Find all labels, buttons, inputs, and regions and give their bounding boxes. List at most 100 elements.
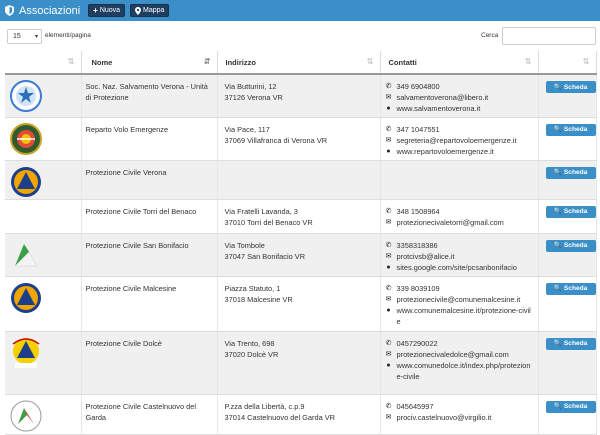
actions-cell: 🔍 Scheda — [538, 394, 597, 435]
col-actions-header[interactable]: ⇅ — [538, 51, 597, 75]
address-line2: 37126 Verona VR — [224, 93, 283, 102]
col-indirizzo-header[interactable]: Indirizzo ⇅ — [217, 51, 381, 75]
page-length-label: elementi/pagina — [45, 32, 91, 39]
contact-phone: ✆ 3358318386 — [385, 240, 534, 251]
logo-cell — [5, 160, 82, 200]
contacts-cell: ✆ 347 1047551 ✉ segreteria@repartovoloemerg… — [380, 117, 539, 161]
email-text: salvamentoverona@libero.it — [396, 93, 489, 102]
address-line1: Via Fratelli Lavanda, 3 — [224, 206, 298, 216]
actions-cell: 🔍 Scheda — [538, 117, 597, 161]
address-cell: Via Trento, 698 37020 Dolcè VR — [217, 331, 381, 395]
email-text: protcivsb@alice.it — [396, 251, 455, 261]
contact-email: ✉ salvamentoverona@libero.it — [385, 92, 534, 103]
envelope-icon: ✉ — [385, 252, 392, 260]
contact-email: ✉ protezionecivaledolce@gmail.com — [385, 349, 534, 360]
envelope-icon: ✉ — [385, 413, 392, 421]
logo-pc-verona — [11, 166, 41, 197]
globe-icon: ● — [386, 361, 391, 369]
scheda-button[interactable]: 🔍 Scheda — [545, 282, 596, 295]
address-cell: Via Fratelli Lavanda, 3 37010 Torri del B… — [217, 199, 381, 234]
new-button-label: Nuova — [99, 7, 121, 14]
actions-cell: 🔍 Scheda — [538, 276, 597, 332]
scheda-label: Scheda — [563, 340, 588, 347]
col-contatti-header[interactable]: Contatti ⇅ — [380, 51, 539, 75]
sort-asc-icon: ⇵ — [203, 57, 211, 66]
web-text: www.comunedolce.it/index.php/protezione-… — [396, 360, 531, 381]
search-icon: 🔍 — [553, 169, 562, 176]
contact-phone: ✆ 347 1047551 — [385, 124, 534, 135]
contact-phone: ✆ 349 6904800 — [385, 81, 534, 92]
contact-phone: ✆ 339 8039109 — [385, 283, 534, 294]
actions-cell: 🔍 Scheda — [538, 233, 597, 277]
address-line1: Via Butturini, 12 — [224, 82, 277, 91]
sort-icon: ⇅ — [524, 57, 532, 66]
sort-icon: ⇅ — [582, 57, 590, 66]
envelope-icon: ✉ — [385, 218, 392, 226]
scheda-button[interactable]: 🔍 Scheda — [545, 337, 596, 350]
actions-cell: 🔍 Scheda — [538, 74, 597, 118]
phone-icon: ✆ — [385, 402, 392, 410]
search-label: Cerca — [481, 32, 499, 39]
scheda-label: Scheda — [563, 285, 588, 292]
search-input[interactable] — [502, 27, 596, 45]
logo-pc-malcesine — [11, 282, 41, 313]
web-text: sites.google.com/site/pcsanbonifacio — [396, 262, 517, 272]
contacts-cell: ✆ 348 1508964 ✉ protezionecivaletorri@gmail… — [380, 199, 539, 234]
contact-web: ● www.repartovoloemergenze.it — [385, 146, 534, 157]
address-cell: Via Tombole 37047 San Bonifacio VR — [217, 233, 381, 277]
contacts-cell — [380, 160, 539, 200]
table-row: Protezione Civile Verona 🔍 Scheda — [5, 160, 597, 200]
scheda-label: Scheda — [563, 242, 588, 249]
logo-cell — [5, 117, 82, 161]
page-length-value: 15 — [13, 33, 21, 40]
contact-phone: ✆ 0457290022 — [385, 338, 534, 349]
scheda-button[interactable]: 🔍 Scheda — [545, 81, 596, 93]
scheda-button[interactable]: 🔍 Scheda — [545, 400, 596, 413]
scheda-button[interactable]: 🔍 Scheda — [545, 239, 596, 252]
contact-phone: ✆ 348 1508964 — [385, 206, 534, 217]
search-icon: 🔍 — [553, 208, 562, 215]
actions-cell: 🔍 Scheda — [538, 199, 597, 234]
address-line1: P.zza della Libertà, c.p.9 — [224, 401, 305, 411]
col-nome-header[interactable]: Nome ⇵ — [81, 51, 218, 75]
email-text: prociv.castelnuovo@virgilio.it — [396, 412, 492, 422]
envelope-icon: ✉ — [385, 350, 392, 358]
address-line1: Via Trento, 698 — [224, 338, 275, 348]
scheda-button[interactable]: 🔍 Scheda — [545, 123, 596, 136]
table-row: Reparto Volo Emergenze Via Pace, 117 37069… — [5, 117, 597, 161]
scheda-label: Scheda — [563, 169, 588, 176]
shield-icon — [5, 5, 14, 16]
address-line2: 37014 Castelnuovo del Garda VR — [224, 412, 336, 422]
top-bar: Associazioni + Nuova Mappa — [0, 0, 600, 21]
name-cell: Protezione Civile Castelnuovo del Garda — [81, 394, 218, 435]
search-icon: 🔍 — [553, 340, 562, 347]
contact-phone: ✆ 045645997 — [385, 401, 534, 412]
map-button[interactable]: Mappa — [130, 4, 170, 17]
scheda-button[interactable]: 🔍 Scheda — [545, 205, 596, 218]
web-text: www.comunemalcesine.it/protezione-civile — [396, 305, 531, 326]
name-cell: Protezione Civile San Bonifacio — [81, 233, 218, 277]
logo-cell — [5, 394, 82, 435]
page-length-select[interactable]: 15 ▾ — [7, 29, 42, 44]
scheda-label: Scheda — [563, 403, 588, 410]
email-text: protezionecivaledolce@gmail.com — [396, 349, 509, 359]
address-cell: Via Pace, 117 37069 Villafranca di Verona… — [217, 117, 381, 161]
logo-pc-dolce — [12, 337, 40, 368]
address-cell — [217, 160, 381, 200]
col-nome-label: Nome — [91, 57, 113, 67]
scheda-button[interactable]: 🔍 Scheda — [545, 166, 596, 179]
scheda-label: Scheda — [563, 208, 588, 215]
scheda-label: Scheda — [563, 126, 588, 133]
map-button-label: Mappa — [143, 7, 165, 14]
new-button[interactable]: + Nuova — [88, 4, 126, 17]
contact-email: ✉ protezionecivaletorri@gmail.com — [385, 217, 534, 228]
table-header: ⇅ Nome ⇵ Indirizzo ⇅ Contatti ⇅ ⇅ — [5, 51, 597, 75]
web-text: www.salvamentoverona.it — [396, 104, 481, 113]
contacts-cell: ✆ 349 6904800 ✉ salvamentoverona@libero.it ●… — [380, 74, 539, 118]
contact-email: ✉ prociv.castelnuovo@virgilio.it — [385, 412, 534, 423]
logo-salvamento — [10, 80, 42, 112]
caret-down-icon: ▾ — [34, 34, 38, 40]
col-logo-header[interactable]: ⇅ — [5, 51, 82, 75]
address-cell: Piazza Statuto, 1 37018 Malcesine VR — [217, 276, 381, 332]
globe-icon: ● — [386, 263, 391, 271]
